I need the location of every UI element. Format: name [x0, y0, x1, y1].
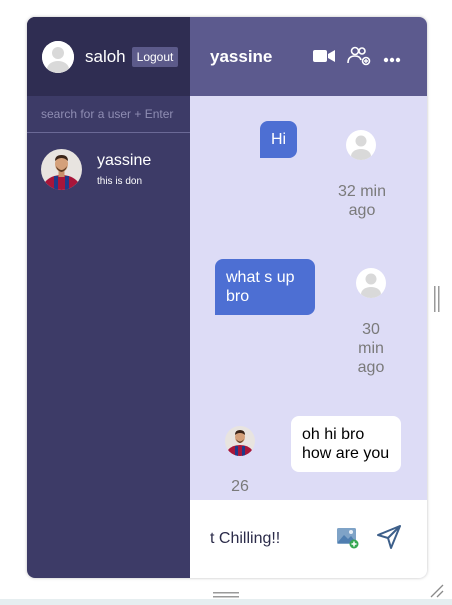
message-time: 32 min ago — [337, 183, 387, 219]
contact-photo-icon — [41, 149, 82, 190]
message-bubble: oh hi bro how are you — [291, 416, 401, 472]
message-composer — [190, 500, 427, 578]
user-placeholder-icon — [346, 130, 376, 160]
contact-item-yassine[interactable]: yassine this is don — [27, 133, 190, 190]
chat-header: yassine — [190, 17, 427, 96]
message-bubble: what s up bro — [215, 259, 315, 315]
current-username: saloh — [85, 46, 126, 66]
message-input[interactable] — [210, 530, 325, 548]
chat-header-actions — [313, 46, 401, 71]
contact-avatar — [41, 149, 82, 190]
current-user-avatar — [42, 40, 74, 73]
add-friend-icon[interactable] — [347, 46, 371, 71]
sidebar: saloh Logout yassine this is don — [27, 17, 190, 578]
sender-avatar — [225, 426, 255, 456]
chat-pane: yassine Hi 32 min ago what s up bro 30 m… — [190, 17, 427, 578]
message-list[interactable]: Hi 32 min ago what s up bro 30 min ago o… — [190, 96, 427, 500]
logout-button[interactable]: Logout — [131, 46, 179, 67]
contact-photo-icon — [225, 426, 255, 456]
contact-last-message: this is don — [97, 176, 143, 187]
chat-app-window: saloh Logout yassine this is don — [27, 17, 427, 578]
sender-avatar — [346, 130, 376, 160]
message-time: 26 — [231, 478, 249, 495]
message-bubble: Hi — [260, 121, 298, 158]
sidebar-header: saloh Logout — [27, 17, 190, 96]
more-options-icon[interactable] — [383, 50, 401, 68]
chat-title: yassine — [210, 46, 273, 66]
corner-resize-icon[interactable] — [430, 584, 444, 603]
user-placeholder-icon — [356, 268, 386, 298]
attach-image-icon[interactable] — [336, 527, 360, 554]
message-time: 30 min ago — [357, 321, 385, 376]
sender-avatar — [356, 268, 386, 298]
side-resize-handle[interactable] — [434, 286, 440, 317]
user-search-input[interactable] — [27, 96, 190, 133]
bottom-resize-handle[interactable] — [213, 585, 239, 603]
user-placeholder-icon — [42, 40, 74, 73]
contact-name: yassine — [97, 152, 152, 169]
video-call-icon[interactable] — [313, 48, 335, 69]
send-icon[interactable] — [376, 524, 402, 555]
